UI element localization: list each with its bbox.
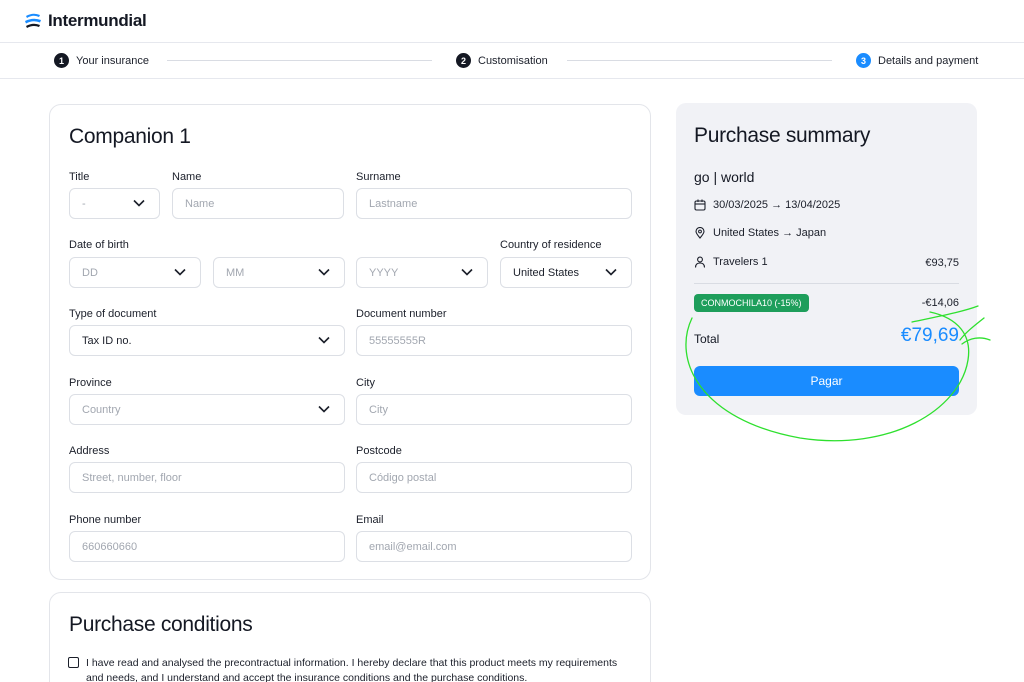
doc-type-label: Type of document — [69, 308, 157, 320]
surname-label: Surname — [356, 171, 401, 183]
travelers-amount: €93,75 — [925, 257, 959, 269]
postcode-label: Postcode — [356, 445, 402, 457]
chevron-down-icon — [133, 199, 145, 207]
doc-type-select[interactable]: Tax ID no. — [69, 325, 345, 356]
dob-day-placeholder: DD — [82, 266, 98, 279]
doc-num-placeholder: 55555555R — [369, 334, 426, 347]
dob-year-select[interactable]: YYYY — [356, 257, 488, 288]
address-input[interactable]: Street, number, floor — [69, 462, 345, 493]
dob-label: Date of birth — [69, 239, 129, 251]
trip-dates-row: 30/03/2025 → 13/04/2025 — [694, 199, 840, 211]
doc-num-input[interactable]: 55555555R — [356, 325, 632, 356]
chevron-down-icon — [461, 268, 473, 276]
product-name: go | world — [694, 169, 755, 185]
companion-title: Companion 1 — [69, 125, 191, 148]
city-label: City — [356, 377, 375, 389]
title-label: Title — [69, 171, 90, 183]
dob-month-select[interactable]: MM — [213, 257, 345, 288]
step-your-insurance[interactable]: 1 Your insurance — [54, 53, 149, 68]
postcode-placeholder: Código postal — [369, 471, 437, 484]
name-input[interactable]: Name — [172, 188, 344, 219]
travelers-row: Travelers 1 — [694, 256, 768, 268]
brand-logo[interactable]: Intermundial — [24, 11, 147, 31]
address-placeholder: Street, number, floor — [82, 471, 182, 484]
trip-route: United States → Japan — [713, 227, 827, 239]
province-select[interactable]: Country — [69, 394, 345, 425]
conditions-text: I have read and analysed the precontract… — [86, 657, 618, 682]
name-label: Name — [172, 171, 202, 183]
summary-title: Purchase summary — [694, 124, 871, 147]
dob-month-placeholder: MM — [226, 266, 245, 279]
chevron-down-icon — [318, 336, 330, 344]
chevron-down-icon — [605, 268, 617, 276]
person-icon — [694, 256, 706, 268]
phone-placeholder: 660660660 — [82, 540, 138, 553]
city-placeholder: City — [369, 403, 388, 416]
title-select[interactable]: - — [69, 188, 160, 219]
surname-placeholder: Lastname — [369, 197, 418, 210]
step-customisation[interactable]: 2 Customisation — [456, 53, 548, 68]
postcode-input[interactable]: Código postal — [356, 462, 632, 493]
calendar-icon — [694, 199, 706, 211]
city-input[interactable]: City — [356, 394, 632, 425]
pay-button[interactable]: Pagar — [694, 366, 959, 396]
email-placeholder: email@email.com — [369, 540, 457, 553]
trip-dates: 30/03/2025 → 13/04/2025 — [713, 199, 841, 211]
name-placeholder: Name — [185, 197, 215, 210]
logo-globe-icon — [25, 13, 41, 28]
chevron-down-icon — [174, 268, 186, 276]
email-label: Email — [356, 514, 384, 526]
step-label: Details and payment — [878, 54, 979, 67]
trip-route-row: United States → Japan — [694, 227, 826, 239]
total-value: €79,69 — [900, 325, 959, 346]
doc-type-value: Tax ID no. — [82, 334, 132, 347]
total-label: Total — [694, 332, 720, 346]
discount-amount: -€14,06 — [921, 297, 959, 309]
companion-form-card: Companion 1 Title - Name Name Surname La… — [49, 104, 651, 580]
province-label: Province — [69, 377, 112, 389]
chevron-down-icon — [318, 405, 330, 413]
step-label: Customisation — [478, 54, 548, 67]
phone-label: Phone number — [69, 514, 142, 526]
dob-year-placeholder: YYYY — [369, 266, 399, 279]
address-label: Address — [69, 445, 110, 457]
top-header: Intermundial — [0, 0, 1024, 43]
conditions-title: Purchase conditions — [69, 613, 253, 636]
dob-day-select[interactable]: DD — [69, 257, 201, 288]
purchase-summary-panel: Purchase summary go | world 30/03/2025 →… — [676, 103, 977, 415]
brand-name: Intermundial — [48, 11, 147, 30]
country-label: Country of residence — [500, 239, 602, 251]
checkout-steps: 1 Your insurance 2 Customisation 3 Detai… — [0, 43, 1024, 79]
step-number: 1 — [54, 53, 69, 68]
surname-input[interactable]: Lastname — [356, 188, 632, 219]
promo-code-badge: CONMOCHILA10 (-15%) — [694, 294, 809, 312]
step-divider — [167, 60, 432, 61]
step-number: 2 — [456, 53, 471, 68]
step-details-and-payment[interactable]: 3 Details and payment — [856, 53, 978, 68]
chevron-down-icon — [318, 268, 330, 276]
summary-divider — [694, 283, 959, 284]
province-placeholder: Country — [82, 403, 121, 416]
location-pin-icon — [695, 227, 705, 239]
step-divider — [567, 60, 832, 61]
travelers-count: Travelers 1 — [713, 256, 768, 268]
step-number: 3 — [856, 53, 871, 68]
accept-conditions-checkbox[interactable] — [68, 657, 79, 668]
country-select[interactable]: United States — [500, 257, 632, 288]
doc-num-label: Document number — [356, 308, 447, 320]
phone-input[interactable]: 660660660 — [69, 531, 345, 562]
step-label: Your insurance — [76, 54, 149, 67]
country-select-value: United States — [513, 266, 580, 279]
email-input[interactable]: email@email.com — [356, 531, 632, 562]
title-select-value: - — [82, 197, 86, 210]
